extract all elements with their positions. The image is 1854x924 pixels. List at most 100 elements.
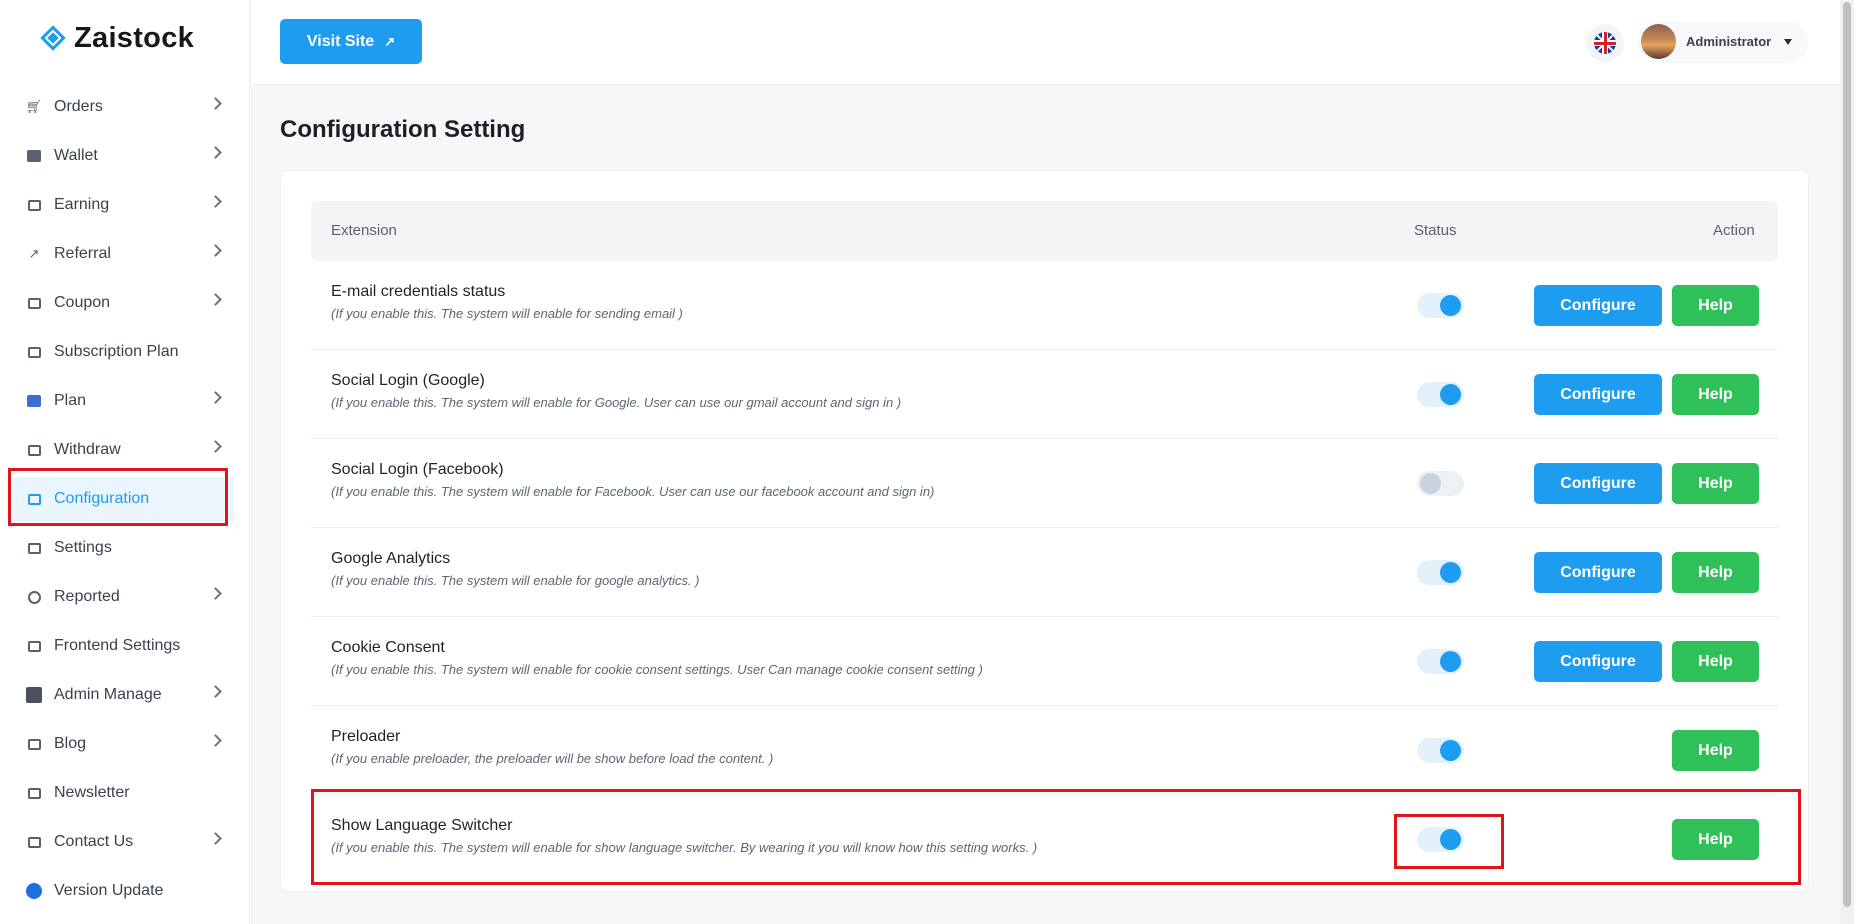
version-icon — [26, 883, 42, 899]
brand-logo[interactable]: Zaistock — [40, 22, 194, 54]
status-toggle[interactable] — [1417, 649, 1464, 674]
table-row: Preloader (If you enable preloader, the … — [311, 706, 1778, 795]
highlight-box-language-switcher-row — [311, 789, 1801, 885]
sidebar-item-coupon[interactable]: Coupon — [12, 281, 234, 325]
chevron-right-icon — [209, 391, 222, 404]
table-row: Cookie Consent (If you enable this. The … — [311, 617, 1778, 706]
sidebar-item-blog[interactable]: Blog — [12, 722, 234, 766]
highlight-box-language-switcher-toggle — [1394, 814, 1504, 869]
sidebar-item-label: Subscription Plan — [54, 343, 179, 360]
user-name: Administrator — [1686, 34, 1772, 49]
sidebar-item-label: Reported — [54, 588, 120, 605]
extension-title: Preloader — [331, 728, 401, 745]
table-row: Google Analytics (If you enable this. Th… — [311, 528, 1778, 617]
sidebar-item-earning[interactable]: Earning — [12, 183, 234, 227]
caret-down-icon — [1784, 39, 1792, 45]
help-button[interactable]: Help — [1672, 730, 1759, 771]
sidebar-item-plan[interactable]: Plan — [12, 379, 234, 423]
alert-icon — [26, 589, 42, 605]
sidebar-item-label: Frontend Settings — [54, 637, 181, 654]
sidebar-item-label: Version Update — [54, 882, 164, 899]
column-header-status: Status — [1414, 222, 1457, 239]
help-button[interactable]: Help — [1672, 552, 1759, 593]
extension-description: (If you enable this. The system will ena… — [331, 573, 700, 588]
external-link-icon: ↗ — [384, 33, 396, 49]
extension-title: Cookie Consent — [331, 639, 445, 656]
toggle-knob — [1440, 740, 1461, 761]
extension-title: Social Login (Google) — [331, 372, 485, 389]
subscription-icon — [26, 344, 42, 360]
extension-description: (If you enable preloader, the preloader … — [331, 751, 774, 766]
scrollbar-thumb[interactable] — [1843, 2, 1851, 907]
blog-icon — [26, 736, 42, 752]
status-toggle[interactable] — [1417, 738, 1464, 763]
status-toggle[interactable] — [1417, 293, 1464, 318]
page-scrollbar[interactable] — [1840, 0, 1854, 924]
sidebar-item-withdraw[interactable]: Withdraw — [12, 428, 234, 472]
sidebar-item-label: Withdraw — [54, 441, 121, 458]
sidebar-item-label: Admin Manage — [54, 686, 162, 703]
frontend-icon — [26, 638, 42, 654]
configure-button[interactable]: Configure — [1534, 374, 1662, 415]
toggle-knob — [1440, 295, 1461, 316]
toggle-knob — [1420, 473, 1441, 494]
visit-site-button[interactable]: Visit Site ↗ — [280, 19, 422, 64]
sidebar-item-contact-us[interactable]: Contact Us — [12, 820, 234, 864]
sidebar-item-newsletter[interactable]: Newsletter — [12, 771, 234, 815]
sidebar-item-label: Earning — [54, 196, 110, 213]
language-switcher-button[interactable] — [1586, 24, 1624, 62]
cash-icon — [26, 197, 42, 213]
configure-button[interactable]: Configure — [1534, 641, 1662, 682]
table-row: E-mail credentials status (If you enable… — [311, 261, 1778, 350]
chevron-right-icon — [209, 440, 222, 453]
brand-name: Zaistock — [74, 21, 195, 54]
toggle-knob — [1440, 384, 1461, 405]
sidebar-item-label: Contact Us — [54, 833, 134, 850]
admin-icon — [26, 687, 42, 703]
toggle-knob — [1440, 562, 1461, 583]
newsletter-icon — [26, 785, 42, 801]
plan-icon — [26, 393, 42, 409]
help-button[interactable]: Help — [1672, 285, 1759, 326]
sidebar-item-label: Plan — [54, 392, 87, 409]
sidebar-item-subscription-plan[interactable]: Subscription Plan — [12, 330, 234, 374]
sidebar-item-reported[interactable]: Reported — [12, 575, 234, 619]
extension-title: E-mail credentials status — [331, 283, 506, 300]
uk-flag-icon — [1594, 32, 1616, 54]
logo-diamond-icon — [40, 25, 66, 51]
table-row: Social Login (Facebook) (If you enable t… — [311, 439, 1778, 528]
sidebar-item-label: Orders — [54, 98, 103, 115]
wallet-icon — [26, 148, 42, 164]
settings-icon — [26, 540, 42, 556]
configure-button[interactable]: Configure — [1534, 552, 1662, 593]
sidebar-item-label: Coupon — [54, 294, 111, 311]
status-toggle[interactable] — [1417, 382, 1464, 407]
coupon-icon — [26, 295, 42, 311]
column-header-extension: Extension — [331, 222, 397, 239]
chevron-right-icon — [209, 146, 222, 159]
help-button[interactable]: Help — [1672, 374, 1759, 415]
contact-icon — [26, 834, 42, 850]
chevron-right-icon — [209, 734, 222, 747]
status-toggle[interactable] — [1417, 471, 1464, 496]
status-toggle[interactable] — [1417, 560, 1464, 585]
sidebar-item-version-update[interactable]: Version Update — [12, 869, 234, 913]
cart-icon: 🛒︎ — [25, 99, 43, 114]
sidebar-item-referral[interactable]: ↗ Referral — [12, 232, 234, 276]
user-menu-button[interactable]: Administrator — [1638, 21, 1808, 63]
help-button[interactable]: Help — [1672, 641, 1759, 682]
top-bar: Visit Site ↗ Administrator — [251, 0, 1854, 85]
configure-button[interactable]: Configure — [1534, 285, 1662, 326]
sidebar-item-settings[interactable]: Settings — [12, 526, 234, 570]
help-button[interactable]: Help — [1672, 463, 1759, 504]
sidebar-item-admin-manage[interactable]: Admin Manage — [12, 673, 234, 717]
chevron-right-icon — [209, 832, 222, 845]
sidebar-item-orders[interactable]: 🛒︎ Orders — [12, 85, 234, 129]
extension-title: Social Login (Facebook) — [331, 461, 504, 478]
configure-button[interactable]: Configure — [1534, 463, 1662, 504]
extension-title: Google Analytics — [331, 550, 451, 567]
extension-description: (If you enable this. The system will ena… — [331, 395, 902, 410]
sidebar-item-frontend-settings[interactable]: Frontend Settings — [12, 624, 234, 668]
chevron-right-icon — [209, 685, 222, 698]
sidebar-item-wallet[interactable]: Wallet — [12, 134, 234, 178]
